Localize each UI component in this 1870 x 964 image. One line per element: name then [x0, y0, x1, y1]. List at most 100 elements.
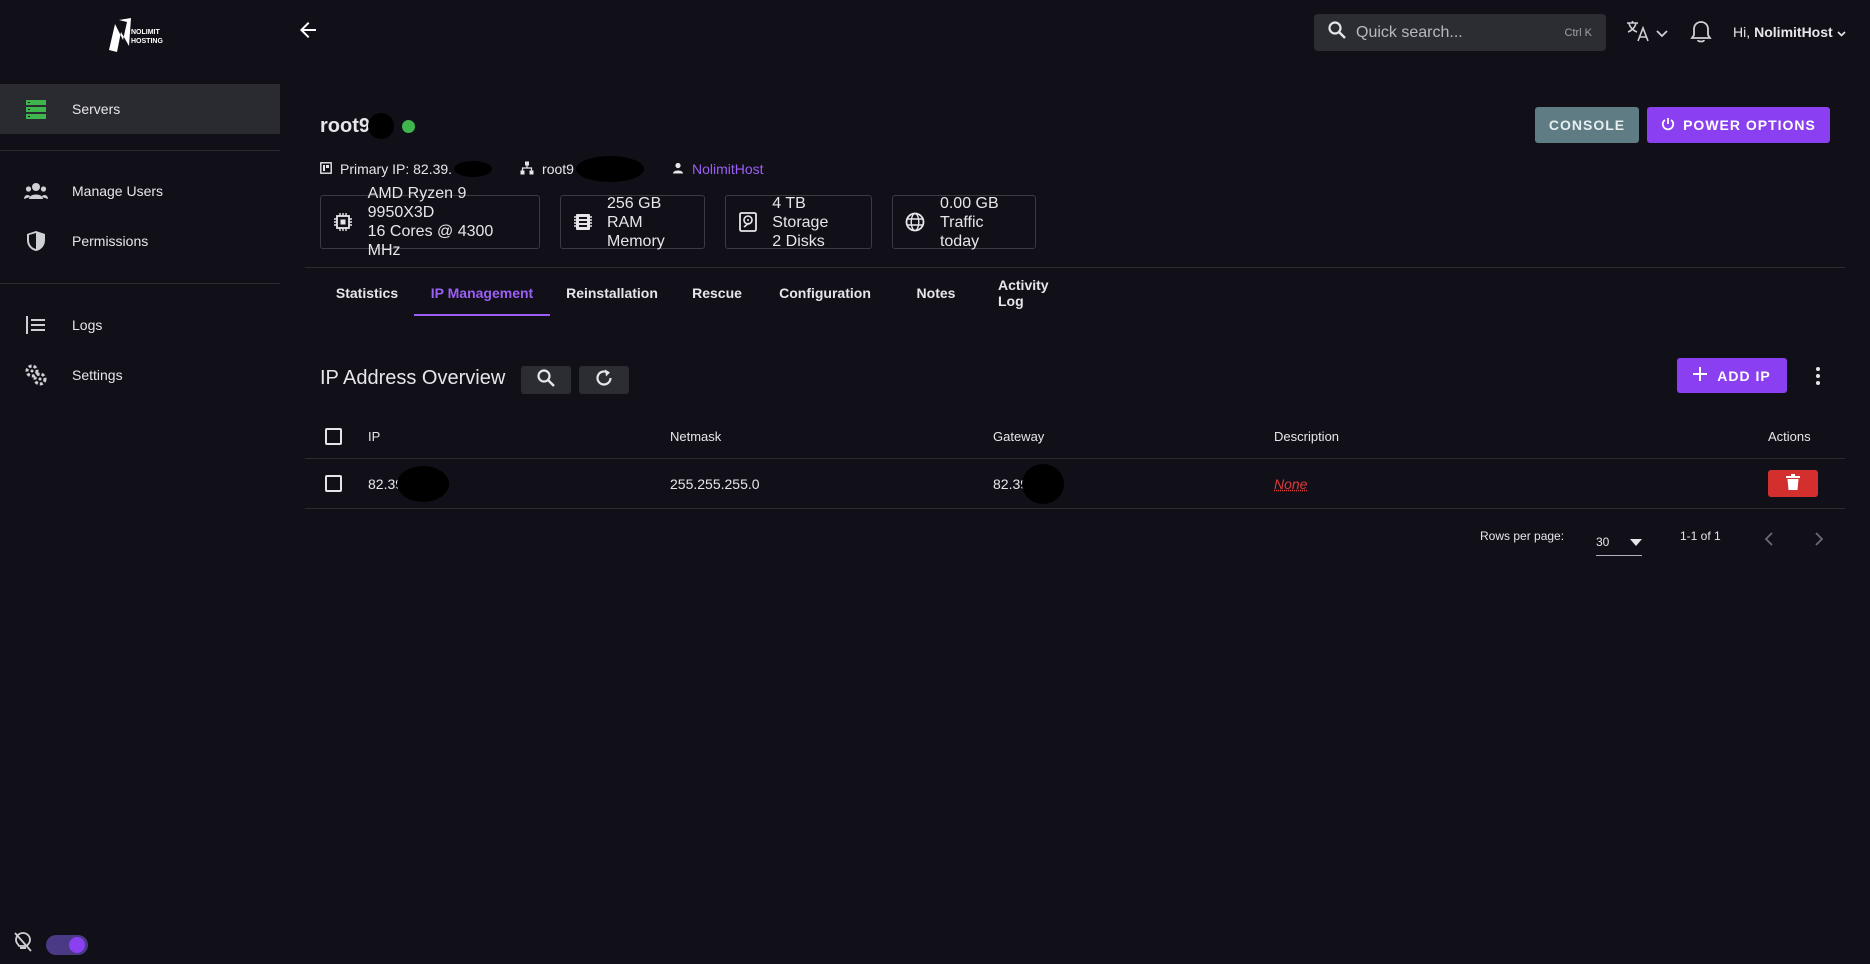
delete-ip-button[interactable]	[1768, 470, 1818, 497]
sidebar: NOLIMIT HOSTING Servers Manage Users Per…	[0, 0, 280, 964]
sidebar-item-label: Settings	[72, 367, 123, 383]
sidebar-item-settings[interactable]: Settings	[0, 350, 280, 400]
person-icon	[672, 161, 684, 177]
server-icon	[24, 97, 48, 121]
sidebar-item-label: Servers	[72, 101, 121, 117]
console-button[interactable]: CONSOLE	[1535, 107, 1639, 143]
server-meta: Primary IP: 82.39. root9 NolimitHost	[320, 156, 792, 182]
language-selector[interactable]	[1626, 20, 1668, 47]
cell-ip: 82.39	[368, 465, 450, 502]
sidebar-item-manage-users[interactable]: Manage Users	[0, 166, 280, 216]
spec-line1: 256 GB RAM	[607, 194, 662, 231]
lightbulb-off-icon	[14, 932, 32, 957]
search-icon	[537, 368, 555, 392]
brand-logo[interactable]: NOLIMIT HOSTING	[105, 16, 175, 56]
sidebar-divider	[0, 283, 280, 284]
globe-icon	[905, 211, 926, 233]
spec-line2: 16 Cores @ 4300 MHz	[367, 223, 494, 259]
redacted-mask	[397, 465, 450, 502]
server-name: root9	[320, 114, 370, 137]
user-menu[interactable]: Hi, NolimitHost	[1733, 24, 1846, 40]
greeting-text: Hi,	[1733, 24, 1751, 40]
hostname: root9	[520, 156, 644, 182]
search-icon	[1328, 21, 1346, 44]
primary-ip-text: Primary IP: 82.39.	[340, 161, 453, 177]
section-title: IP Address Overview	[320, 367, 506, 389]
next-page-icon[interactable]	[1814, 532, 1824, 546]
owner-link[interactable]: NolimitHost	[672, 161, 764, 177]
redacted-mask	[1022, 463, 1065, 504]
column-header-description: Description	[1274, 428, 1340, 444]
tab-notes[interactable]: Notes	[890, 270, 982, 316]
list-icon	[24, 313, 48, 337]
gear-icon	[24, 363, 48, 387]
tab-rescue[interactable]: Rescue	[674, 270, 760, 316]
translate-icon	[1626, 20, 1650, 47]
rows-per-page-label: Rows per page:	[1480, 529, 1565, 543]
cell-gateway: 82.39	[993, 463, 1065, 504]
sidebar-item-label: Manage Users	[72, 183, 164, 199]
back-arrow-icon[interactable]	[296, 18, 320, 42]
spec-card-traffic: 0.00 GB Traffic today	[892, 194, 1036, 250]
tab-ip-management[interactable]: IP Management	[414, 270, 550, 316]
tab-statistics[interactable]: Statistics	[320, 270, 414, 316]
select-all-checkbox[interactable]	[325, 427, 342, 445]
column-header-actions: Actions	[1768, 428, 1811, 444]
more-options-icon[interactable]	[1812, 364, 1824, 388]
table-row: 82.39 255.255.255.0 82.39 None	[305, 459, 1845, 509]
theme-switch[interactable]	[46, 934, 88, 955]
chevron-down-icon	[1656, 25, 1668, 43]
notifications-bell-icon[interactable]	[1690, 20, 1712, 49]
cell-description[interactable]: None	[1274, 476, 1307, 492]
trash-icon	[1786, 474, 1800, 493]
refresh-button[interactable]	[579, 366, 629, 394]
redacted-mask	[368, 113, 394, 139]
power-options-label: POWER OPTIONS	[1683, 117, 1816, 133]
users-icon	[24, 179, 48, 203]
sidebar-item-label: Logs	[72, 317, 103, 333]
power-options-button[interactable]: POWER OPTIONS	[1647, 107, 1830, 143]
tab-activity-log[interactable]: Activity Log	[982, 270, 1092, 316]
memory-icon	[573, 211, 593, 233]
sidebar-item-servers[interactable]: Servers	[0, 84, 280, 134]
spec-card-memory: 256 GB RAM Memory	[560, 194, 705, 250]
sidebar-item-permissions[interactable]: Permissions	[0, 216, 280, 266]
spec-card-cpu: AMD Ryzen 9 9950X3D 16 Cores @ 4300 MHz	[320, 185, 540, 259]
spec-line1: 0.00 GB	[939, 194, 999, 212]
spec-line1: AMD Ryzen 9 9950X3D	[367, 185, 467, 221]
row-checkbox[interactable]	[325, 475, 342, 492]
add-ip-button[interactable]: ADD IP	[1677, 358, 1787, 393]
rows-per-page-select[interactable]: 30	[1596, 528, 1642, 556]
sidebar-item-logs[interactable]: Logs	[0, 300, 280, 350]
power-icon	[1661, 117, 1675, 134]
chevron-down-icon	[1837, 24, 1846, 40]
cell-netmask: 255.255.255.0	[670, 475, 760, 492]
ip-table: IP Netmask Gateway Description Actions 8…	[305, 414, 1845, 509]
add-ip-label: ADD IP	[1717, 367, 1771, 384]
spec-line2: Memory	[607, 232, 665, 250]
search-placeholder: Quick search...	[1356, 23, 1463, 41]
column-header-netmask: Netmask	[670, 428, 722, 444]
server-tabs: Statistics IP Management Reinstallation …	[320, 270, 1092, 316]
ip-icon	[320, 161, 332, 177]
disk-icon	[738, 211, 758, 233]
tab-configuration[interactable]: Configuration	[760, 270, 890, 316]
spec-line2: 2 Disks	[772, 232, 825, 250]
quick-search[interactable]: Quick search... Ctrl K	[1314, 14, 1606, 51]
console-button-label: CONSOLE	[1548, 117, 1626, 133]
search-ip-button[interactable]	[521, 366, 571, 394]
plus-icon	[1693, 367, 1708, 384]
prev-page-icon[interactable]	[1764, 532, 1774, 546]
column-header-gateway: Gateway	[993, 428, 1045, 444]
rows-per-page-value: 30	[1596, 534, 1610, 549]
tab-reinstallation[interactable]: Reinstallation	[550, 270, 674, 316]
server-title: root9	[320, 113, 415, 139]
hostname-text: root9	[542, 161, 574, 177]
pagination-range: 1-1 of 1	[1680, 529, 1721, 543]
sidebar-divider	[0, 150, 280, 151]
sidebar-item-label: Permissions	[72, 233, 149, 249]
cpu-icon	[333, 211, 354, 233]
refresh-icon	[594, 368, 614, 393]
table-header: IP Netmask Gateway Description Actions	[305, 414, 1845, 459]
shield-icon	[24, 229, 48, 253]
